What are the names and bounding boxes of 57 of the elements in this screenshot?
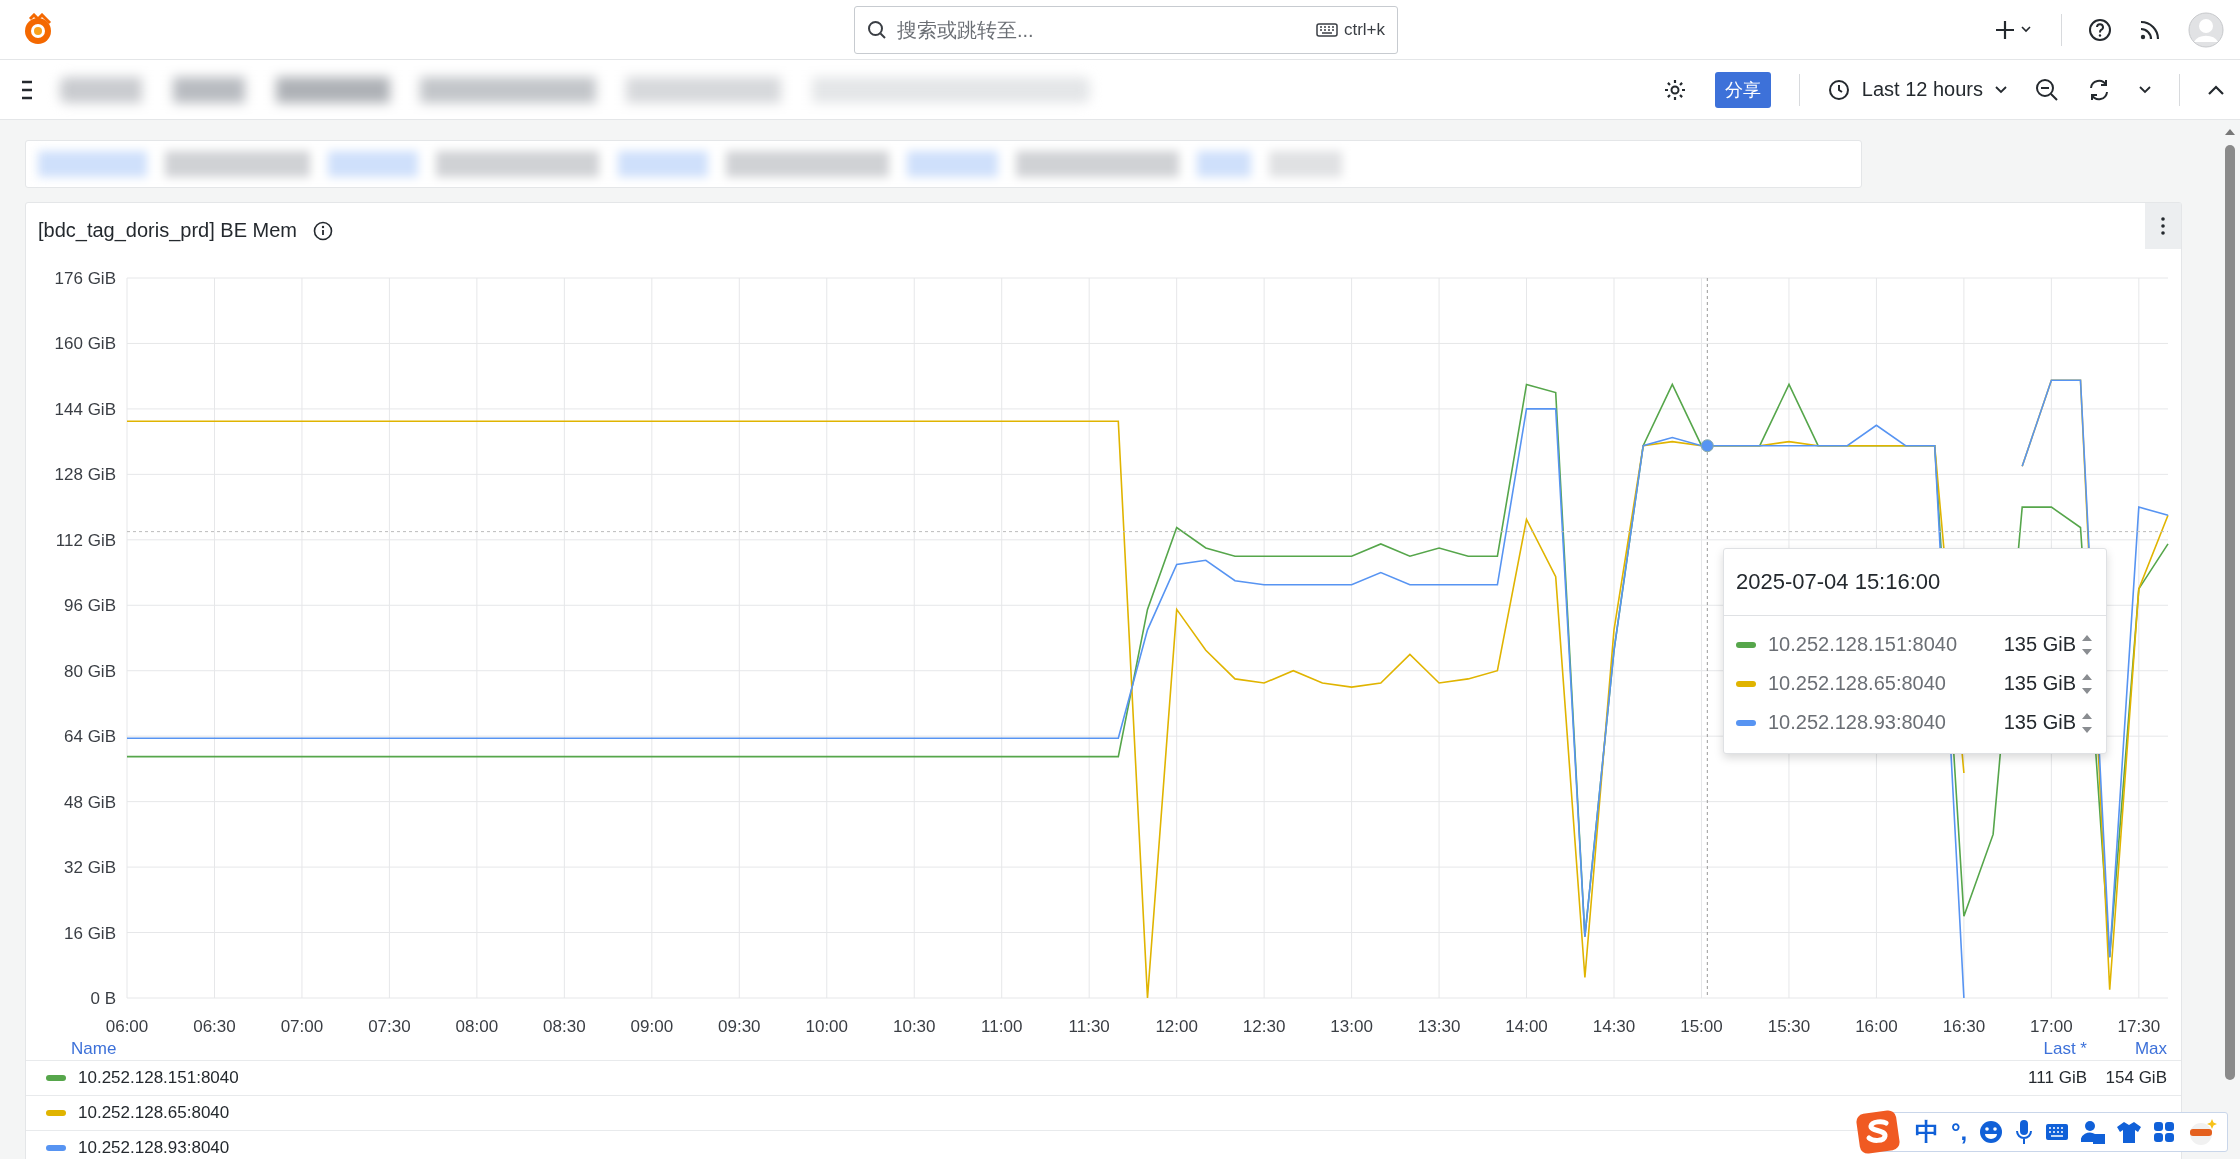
series-value: 135 GiB <box>2003 672 2076 695</box>
time-range-picker[interactable]: Last 12 hours <box>1827 78 2007 101</box>
legend-value: 154 GiB <box>2104 1068 2167 1088</box>
axis-label: 07:30 <box>368 1017 411 1036</box>
axis-label: 08:30 <box>543 1017 586 1036</box>
shortcut-text: ctrl+k <box>1343 20 1385 40</box>
axis-label: 128 GiB <box>54 465 116 485</box>
axis-label: 13:00 <box>1330 1017 1373 1036</box>
series-name: 10.252.128.65:8040 <box>1768 672 1947 695</box>
legend-value: 111 GiB <box>2027 1068 2087 1088</box>
axis-label: 12:00 <box>1155 1017 1198 1036</box>
axis-label: 14:30 <box>1592 1017 1636 1036</box>
axis-label: 09:00 <box>630 1017 674 1036</box>
axis-label: 144 GiB <box>54 399 116 419</box>
axis-label: 07:00 <box>280 1017 324 1036</box>
axis-label: 09:30 <box>718 1017 761 1036</box>
column-header[interactable]: Name <box>71 1039 2007 1059</box>
axis-label: 80 GiB <box>64 661 116 681</box>
axis-label: 14:00 <box>1505 1017 1548 1036</box>
axis-label: 15:00 <box>1680 1017 1723 1036</box>
legend-name[interactable]: 10.252.128.151:8040 <box>78 1068 2007 1088</box>
tooltip-time: 2025-07-04 15:16:00 <box>1724 549 2106 616</box>
axis-label: 10:00 <box>805 1017 849 1036</box>
axis-label: 06:30 <box>193 1017 236 1036</box>
share-button[interactable]: 分享 <box>1714 71 1771 108</box>
column-header[interactable]: Max <box>2087 1039 2167 1059</box>
series-name: 10.252.128.93:8040 <box>1768 711 1947 734</box>
axis-label: 32 GiB <box>64 858 116 878</box>
axis-label: 16 GiB <box>64 923 116 943</box>
axis-label: 13:30 <box>1417 1017 1461 1036</box>
axis-label: 112 GiB <box>55 530 116 550</box>
axis-label: 06:00 <box>105 1017 149 1036</box>
search-placeholder: 搜索或跳转至... <box>897 17 1035 43</box>
column-header[interactable]: Last * <box>2007 1039 2087 1059</box>
axis-label: 17:30 <box>2117 1017 2161 1036</box>
axis-label: 11:00 <box>981 1017 1023 1036</box>
axis-label: 96 GiB <box>64 596 116 616</box>
punctuation-button[interactable]: °, <box>1951 1118 1968 1146</box>
axis-label: 64 GiB <box>64 727 116 747</box>
search-field[interactable]: 搜索或跳转至... ctrl+k <box>854 6 1398 54</box>
axis-label: 48 GiB <box>64 792 116 812</box>
axis-label: 176 GiB <box>54 269 116 288</box>
axis-label: 12:30 <box>1242 1017 1286 1036</box>
axis-label: 16:00 <box>1855 1017 1898 1036</box>
axis-label: 0 B <box>90 989 116 1008</box>
panel-title: [bdc_tag_doris_prd] BE Mem <box>38 219 298 242</box>
axis-label: 15:30 <box>1767 1017 1811 1036</box>
axis-label: 160 GiB <box>54 334 116 354</box>
series-value: 135 GiB <box>2003 633 2076 656</box>
axis-label: 10:30 <box>892 1017 936 1036</box>
axis-label: 16:30 <box>1942 1017 1986 1036</box>
axis-label: 17:00 <box>2030 1017 2073 1036</box>
series-value: 135 GiB <box>2003 711 2076 734</box>
input-mode-button[interactable]: 中 <box>1915 1116 1939 1148</box>
axis-label: 08:00 <box>455 1017 499 1036</box>
axis-label: 11:30 <box>1068 1017 1110 1036</box>
series-name: 10.252.128.151:8040 <box>1768 633 1959 656</box>
